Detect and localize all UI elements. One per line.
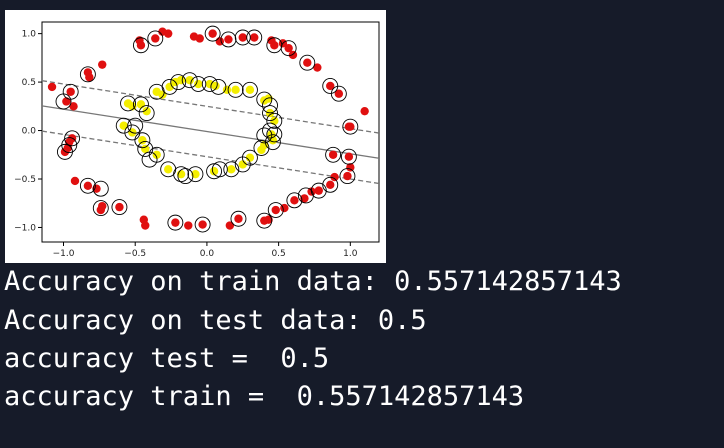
x-tick-label: −0.5 bbox=[124, 249, 146, 259]
y-tick-label: 0.0 bbox=[22, 127, 37, 137]
inner-class-point bbox=[257, 145, 266, 155]
x-tick-label: 0.0 bbox=[200, 249, 215, 259]
outer-class-point bbox=[314, 186, 323, 195]
scatter-chart: −1.0 −0.5 0.0 0.5 1.0 1.0 0.5 0.0 −0.5 −1.0 bbox=[14, 21, 380, 259]
outer-class-point bbox=[250, 33, 259, 42]
console-line-accuracy-train: accuracy train = 0.557142857143 bbox=[4, 381, 525, 412]
inner-class-point bbox=[163, 165, 173, 174]
outer-class-point bbox=[98, 60, 107, 69]
outer-class-point bbox=[47, 82, 57, 92]
y-tick-label: 0.5 bbox=[22, 78, 36, 88]
outer-class-point bbox=[189, 32, 199, 41]
outer-class-point bbox=[344, 152, 354, 161]
inner-class-point bbox=[194, 79, 203, 89]
outer-class-point bbox=[234, 214, 243, 223]
console-line-accuracy-test: accuracy test = 0.5 bbox=[4, 343, 330, 374]
x-tick-label: −1.0 bbox=[53, 249, 75, 259]
outer-class-point bbox=[171, 218, 180, 227]
inner-class-point bbox=[245, 85, 255, 95]
outer-class-point bbox=[62, 97, 71, 106]
inner-class-point bbox=[136, 100, 146, 109]
outer-class-point bbox=[328, 150, 338, 159]
y-tick-label: −0.5 bbox=[14, 175, 36, 185]
outer-class-point bbox=[83, 181, 93, 190]
outer-class-point bbox=[344, 122, 354, 131]
x-tick-label: 0.5 bbox=[271, 249, 285, 259]
outer-class-point bbox=[326, 180, 335, 190]
outer-class-point bbox=[208, 29, 217, 38]
outer-class-point bbox=[198, 220, 207, 229]
outer-class-point bbox=[184, 221, 193, 230]
outer-class-point bbox=[136, 41, 146, 50]
inner-class-point bbox=[227, 165, 236, 174]
inner-class-point bbox=[231, 85, 240, 95]
inner-class-point bbox=[138, 136, 147, 145]
console-line-test-accuracy: Accuracy on test data: 0.5 bbox=[4, 305, 427, 336]
outer-class-point bbox=[343, 171, 352, 181]
outer-class-point bbox=[303, 58, 312, 67]
svm-decision-plot: −1.0 −0.5 0.0 0.5 1.0 1.0 0.5 0.0 −0.5 −1.0 bbox=[5, 10, 386, 263]
inner-class-point bbox=[238, 160, 247, 169]
outer-class-point bbox=[271, 205, 280, 215]
inner-class-point bbox=[119, 121, 128, 130]
inner-class-point bbox=[245, 153, 255, 162]
outer-class-point bbox=[290, 196, 299, 205]
y-tick-label: −1.0 bbox=[14, 223, 36, 233]
inner-class-point bbox=[185, 75, 194, 85]
inner-class-point bbox=[222, 85, 232, 95]
outer-class-point bbox=[238, 33, 247, 42]
outer-class-point bbox=[225, 221, 235, 230]
outer-class-point bbox=[141, 221, 150, 230]
outer-class-point bbox=[151, 34, 160, 43]
outer-class-point bbox=[158, 27, 167, 36]
x-tick-label: 1.0 bbox=[343, 249, 358, 259]
outer-class-point bbox=[224, 35, 233, 44]
outer-class-point bbox=[360, 106, 369, 116]
y-tick-label: 1.0 bbox=[22, 30, 37, 40]
outer-class-point bbox=[98, 201, 107, 211]
inner-class-point bbox=[158, 90, 167, 99]
outer-class-point bbox=[66, 87, 75, 96]
outer-class-point bbox=[70, 176, 80, 186]
console-line-train-accuracy: Accuracy on train data: 0.557142857143 bbox=[4, 266, 622, 297]
outer-class-point bbox=[115, 202, 124, 212]
